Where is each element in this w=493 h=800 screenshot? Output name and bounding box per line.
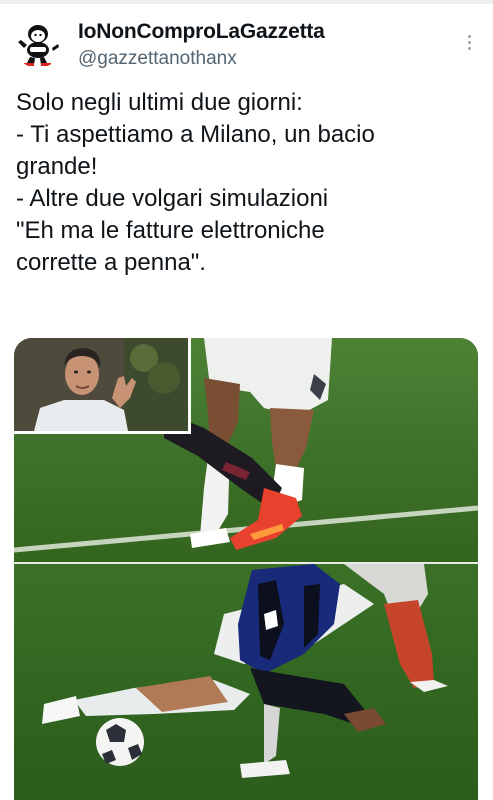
tweet-line: corrette a penna". xyxy=(16,249,206,276)
tweet-header: IoNonComproLaGazzetta @gazzettanothanx xyxy=(0,8,493,78)
tweet-line: "Eh ma le fatture elettroniche xyxy=(16,217,325,244)
tweet-media[interactable] xyxy=(14,338,478,800)
inset-video-frame[interactable] xyxy=(14,338,191,434)
more-options-icon[interactable] xyxy=(459,30,479,54)
tweet-line: - Altre due volgari simulazioni xyxy=(16,185,329,212)
tweet-line: Solo negli ultimi due giorni: xyxy=(16,89,303,116)
top-separator xyxy=(0,0,493,4)
tweet-line: - Ti aspettiamo a Milano, un bacio xyxy=(16,121,375,148)
user-handle[interactable]: @gazzettanothanx xyxy=(78,48,237,70)
cartoon-mascot-icon xyxy=(18,25,59,66)
tweet-line: grande! xyxy=(16,153,98,180)
display-name[interactable]: IoNonComproLaGazzetta xyxy=(78,20,325,44)
tweet-text: Solo negli ultimi due giorni: - Ti aspet… xyxy=(16,87,486,279)
media-image-bottom[interactable] xyxy=(14,564,478,800)
media-image-top[interactable] xyxy=(14,338,478,562)
avatar[interactable] xyxy=(14,20,62,68)
reaction-person-image xyxy=(14,338,188,431)
football-fall-image xyxy=(42,564,448,778)
